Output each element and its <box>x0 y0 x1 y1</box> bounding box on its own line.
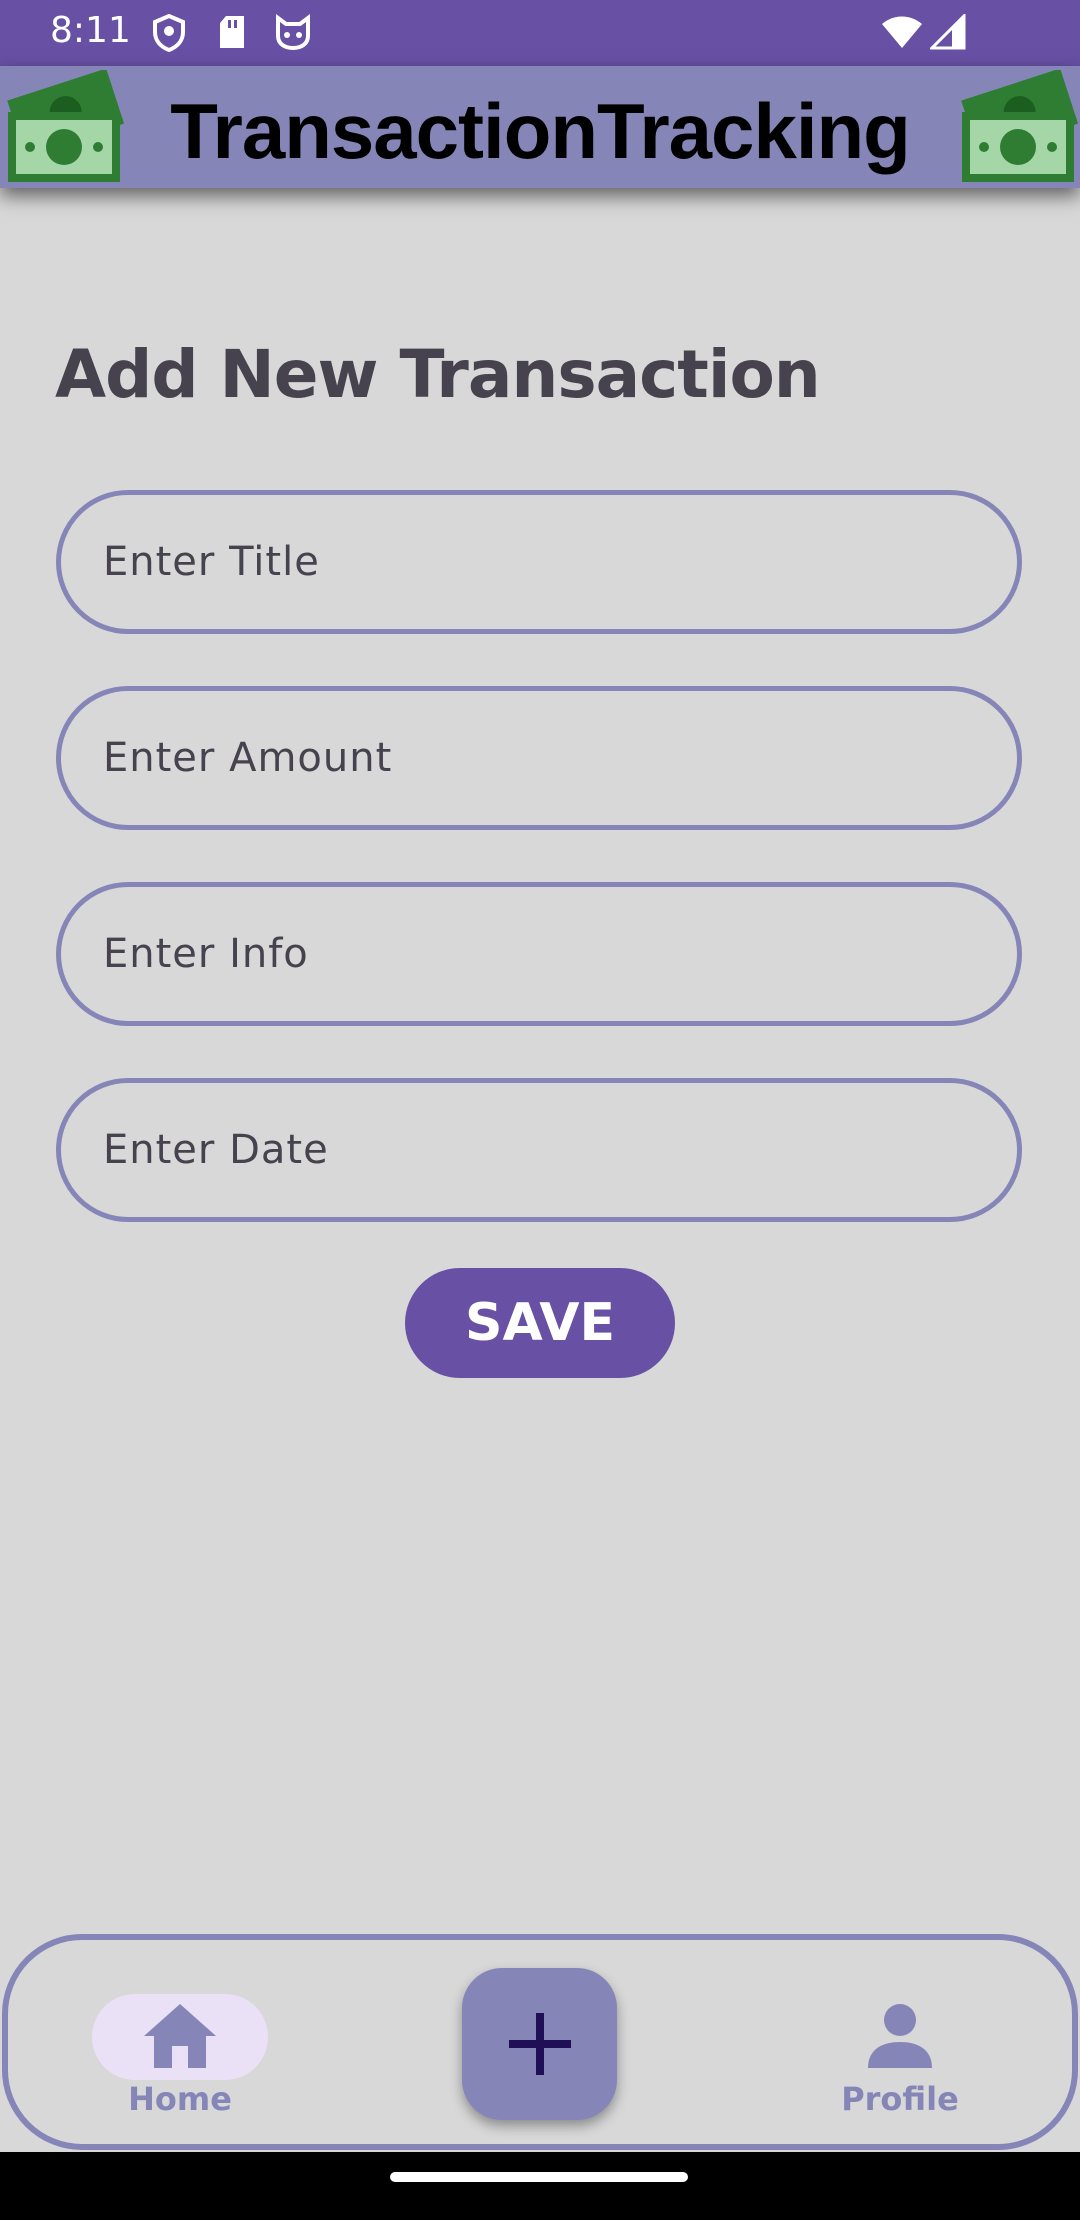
save-button[interactable]: SAVE <box>405 1268 675 1378</box>
info-field[interactable] <box>56 882 1022 1026</box>
cell-signal-icon <box>930 14 966 50</box>
shield-icon <box>153 14 185 52</box>
date-field[interactable] <box>56 1078 1022 1222</box>
status-bar: 8:11 <box>0 0 1080 66</box>
nav-label-profile[interactable]: Profile <box>800 2080 1000 2118</box>
info-input[interactable] <box>101 887 977 1021</box>
amount-field[interactable] <box>56 686 1022 830</box>
sd-card-icon <box>220 16 244 48</box>
title-field[interactable] <box>56 490 1022 634</box>
plus-icon <box>508 2013 571 2075</box>
gesture-handle[interactable] <box>390 2172 688 2182</box>
wifi-icon <box>882 16 922 48</box>
status-time: 8:11 <box>50 10 131 51</box>
app-bar: TransactionTracking <box>0 66 1080 188</box>
nav-label-home[interactable]: Home <box>80 2080 280 2118</box>
system-navigation-bar <box>0 2152 1080 2220</box>
amount-input[interactable] <box>101 691 977 825</box>
home-icon <box>144 2004 216 2068</box>
person-icon[interactable] <box>864 2002 936 2072</box>
cat-face-icon <box>276 14 310 50</box>
add-transaction-fab[interactable] <box>462 1968 617 2120</box>
money-icon <box>961 70 1079 182</box>
nav-item-home[interactable] <box>92 1994 268 2080</box>
page-title: Add New Transaction <box>55 336 821 413</box>
app-title: TransactionTracking <box>170 87 911 175</box>
date-input[interactable] <box>101 1083 977 1217</box>
title-input[interactable] <box>101 495 977 629</box>
